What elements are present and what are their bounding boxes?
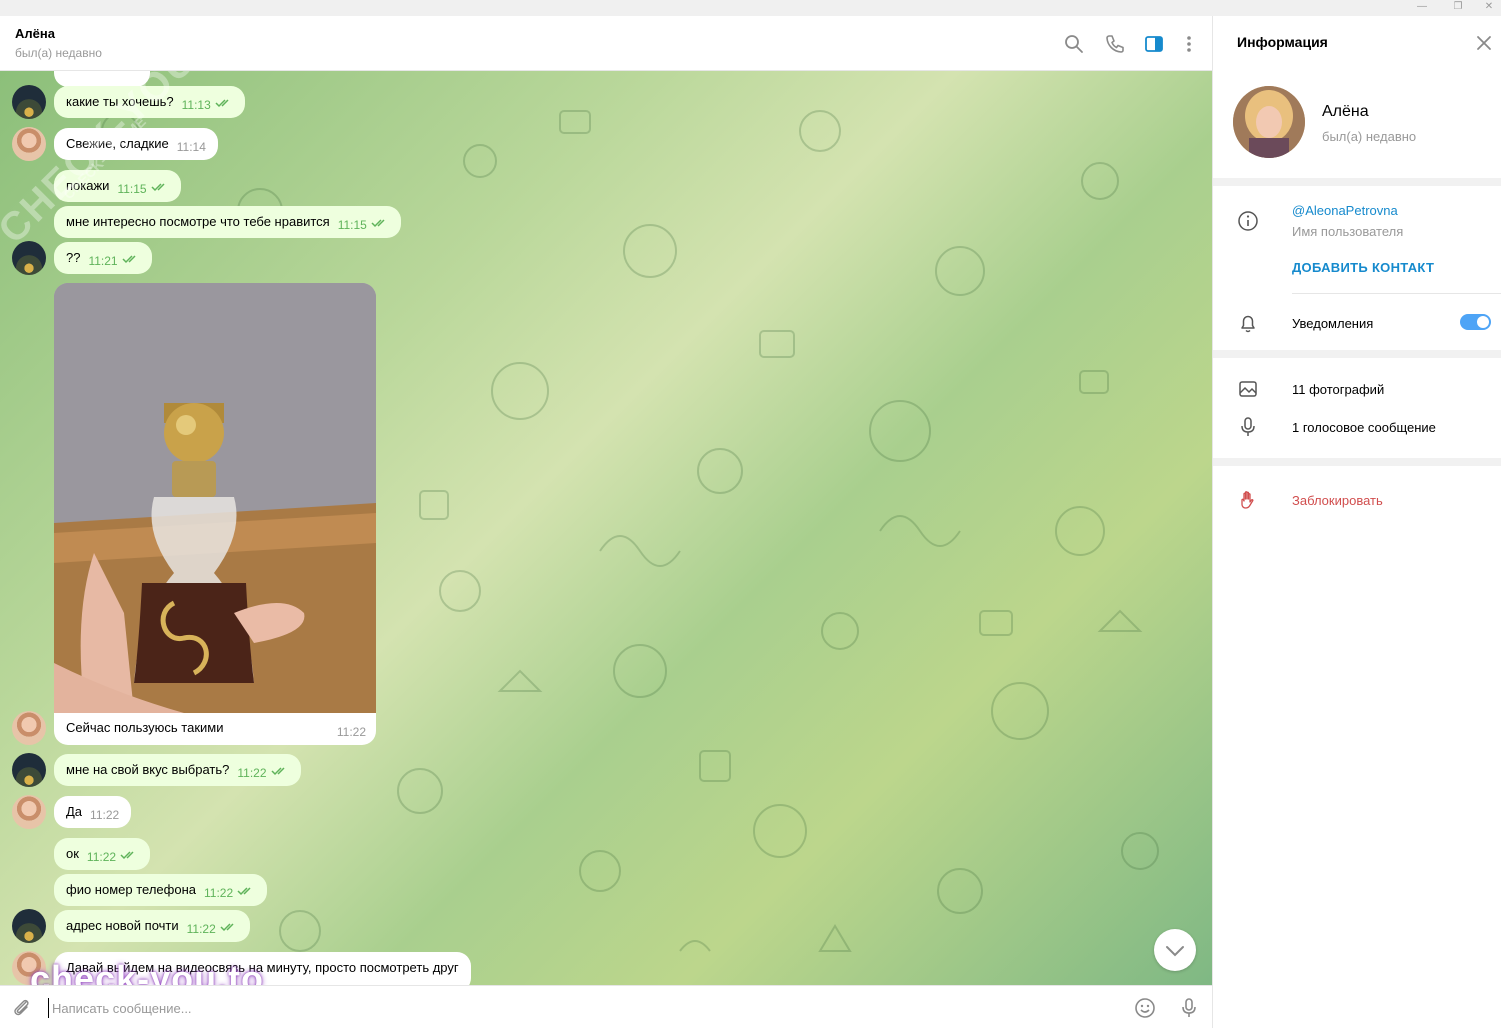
message-bubble[interactable]: адрес новой почти 11:22: [54, 910, 250, 942]
hand-block-icon: [1241, 491, 1254, 509]
message-time: 11:22: [237, 766, 267, 780]
chat-status: был(а) недавно: [15, 46, 102, 60]
message-input[interactable]: [48, 998, 1048, 1018]
avatar-alena[interactable]: [12, 127, 46, 161]
scroll-down-button[interactable]: [1154, 929, 1196, 971]
photo-icon: [1239, 381, 1257, 397]
block-user-button[interactable]: Заблокировать: [1292, 493, 1383, 508]
close-icon[interactable]: [1475, 34, 1493, 52]
message-text: мне интересно посмотре что тебе нравится: [66, 214, 330, 229]
profile-avatar[interactable]: [1233, 86, 1305, 158]
message-composer[interactable]: [0, 985, 1212, 1028]
sidebar-toggle-icon[interactable]: [1143, 33, 1165, 55]
message-bubble[interactable]: мне интересно посмотре что тебе нравится…: [54, 206, 401, 238]
info-panel: Информация Алёна был(а) недавно @AleonaP…: [1213, 16, 1501, 1028]
avatar-alena[interactable]: [12, 795, 46, 829]
minimize-button[interactable]: —: [1405, 0, 1439, 16]
microphone-icon[interactable]: [1177, 996, 1201, 1020]
message-text: ок: [66, 846, 79, 861]
chat-title: Алёна: [15, 26, 55, 41]
message-text: мне на свой вкус выбрать?: [66, 762, 230, 777]
phone-icon[interactable]: [1104, 33, 1126, 55]
double-check-icon: [215, 99, 229, 108]
message-time: 11:21: [88, 254, 118, 268]
username-label: Имя пользователя: [1292, 224, 1404, 239]
search-icon[interactable]: [1063, 33, 1085, 55]
message-time: 11:22: [90, 808, 120, 822]
profile-status: был(а) недавно: [1322, 129, 1417, 144]
avatar-me[interactable]: [12, 85, 46, 119]
notifications-toggle[interactable]: [1460, 314, 1491, 330]
photos-count[interactable]: 11 фотографий: [1292, 382, 1384, 397]
message-time: 11:22: [203, 886, 234, 900]
double-check-icon: [122, 255, 136, 264]
panel-title: Информация: [1237, 34, 1328, 50]
message-bubble[interactable]: мне на свой вкус выбрать? 11:22: [54, 754, 301, 786]
message-bubble[interactable]: фио номер телефона 11:22: [54, 874, 268, 906]
section-separator: [1213, 458, 1501, 466]
voice-messages-count[interactable]: 1 голосовое сообщение: [1292, 420, 1436, 435]
perfume-photo[interactable]: [54, 283, 376, 713]
message-text: фио номер телефона: [66, 882, 196, 897]
double-check-icon: [371, 219, 385, 228]
profile-photo: [1233, 86, 1305, 158]
message-time: 11:14: [176, 140, 206, 154]
avatar-me[interactable]: [12, 909, 46, 943]
message-time: 11:13: [181, 98, 211, 112]
microphone-icon: [1241, 417, 1255, 436]
notifications-label: Уведомления: [1292, 316, 1374, 331]
message-text: ??: [66, 250, 81, 265]
photo-message[interactable]: Сейчас пользуюсь такими 11:22: [54, 283, 376, 745]
avatar-alena[interactable]: [12, 711, 46, 745]
double-check-icon: [220, 923, 234, 932]
message-text: адрес новой почти: [66, 918, 179, 933]
double-check-icon: [271, 767, 285, 776]
section-separator: [1213, 178, 1501, 186]
more-vertical-icon[interactable]: [1178, 33, 1200, 55]
double-check-icon: [237, 887, 251, 896]
bell-icon: [1241, 315, 1255, 333]
window-titlebar: — ❐ ✕: [0, 0, 1501, 16]
message-text: Да: [66, 804, 83, 819]
chat-messages-area[interactable]: какие ты хочешь? 11:13 Свежие, сладкие 11:…: [0, 71, 1212, 985]
message-time: 11:22: [336, 725, 366, 739]
chevron-down-icon: [1166, 946, 1184, 957]
double-check-icon: [151, 183, 165, 192]
chat-header[interactable]: Алёна был(а) недавно: [0, 16, 1212, 71]
username-link[interactable]: @AleonaPetrovna: [1292, 203, 1398, 218]
message-time: 11:15: [337, 218, 367, 232]
info-icon: [1238, 211, 1258, 231]
message-bubble[interactable]: Да 11:22: [54, 796, 132, 828]
add-contact-button[interactable]: ДОБАВИТЬ КОНТАКТ: [1292, 260, 1434, 275]
message-bubble[interactable]: ок 11:22: [54, 838, 151, 870]
message-time: 11:15: [117, 182, 147, 196]
avatar-me[interactable]: [12, 753, 46, 787]
message-time: 11:22: [186, 922, 216, 936]
paperclip-icon[interactable]: [10, 996, 34, 1020]
restore-button[interactable]: ❐: [1441, 0, 1475, 16]
profile-name: Алёна: [1322, 103, 1369, 120]
section-separator: [1213, 350, 1501, 358]
double-check-icon: [120, 851, 134, 860]
message-text: Сейчас пользуюсь такими: [66, 720, 224, 735]
message-time: 11:22: [86, 850, 117, 864]
row-divider: [1292, 293, 1501, 294]
window-close-button[interactable]: ✕: [1472, 0, 1501, 16]
message-bubble[interactable]: ?? 11:21: [54, 242, 152, 274]
emoji-icon[interactable]: [1133, 996, 1157, 1020]
